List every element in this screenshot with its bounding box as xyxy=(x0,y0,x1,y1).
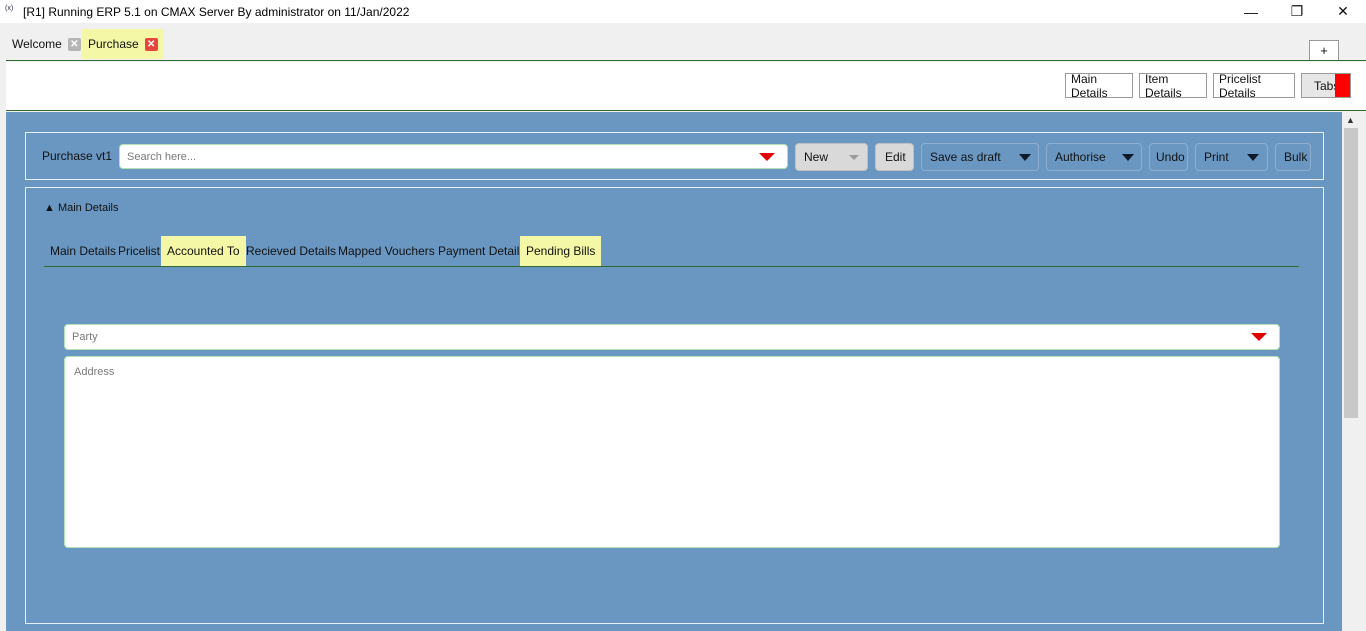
main-content: Purchase vt1 Search here... New Edit Sav… xyxy=(6,112,1342,631)
address-placeholder: Address xyxy=(74,366,115,378)
chevron-down-icon[interactable] xyxy=(1247,154,1259,161)
party-field[interactable]: Party xyxy=(64,324,1280,350)
party-placeholder: Party xyxy=(72,331,98,343)
close-window-button[interactable]: ✕ xyxy=(1320,0,1366,23)
new-dropdown[interactable]: New xyxy=(795,143,868,171)
voucher-type-label: Purchase vt1 xyxy=(42,149,113,163)
main-details-toggle[interactable]: ▲ Main Details xyxy=(44,202,118,214)
subtab-recieved-details[interactable]: Recieved Details xyxy=(240,236,342,266)
minimize-button[interactable]: — xyxy=(1228,0,1274,23)
chevron-down-icon[interactable] xyxy=(1122,154,1134,161)
window-title: [R1] Running ERP 5.1 on CMAX Server By a… xyxy=(23,4,410,19)
tab-welcome[interactable]: Welcome ✕ xyxy=(6,29,87,59)
chevron-down-icon xyxy=(849,155,859,160)
subtab-pending-bills[interactable]: Pending Bills xyxy=(520,236,602,266)
authorise-label: Authorise xyxy=(1055,150,1106,164)
tab-purchase[interactable]: Purchase ✕ xyxy=(82,29,164,59)
maximize-button[interactable]: ❐ xyxy=(1274,0,1320,23)
window-controls: — ❐ ✕ xyxy=(1228,0,1366,23)
scroll-thumb[interactable] xyxy=(1344,128,1358,418)
item-details-button[interactable]: Item Details xyxy=(1139,72,1207,100)
chevron-down-icon[interactable] xyxy=(1019,154,1031,161)
subtab-main-details[interactable]: Main Details xyxy=(44,236,122,266)
tab-strip: Welcome ✕ Purchase ✕ + xyxy=(0,23,1366,61)
dropdown-arrow-icon[interactable] xyxy=(759,153,775,161)
main-details-button[interactable]: Main Details xyxy=(1065,72,1133,100)
divider xyxy=(6,110,1366,111)
dropdown-arrow-icon[interactable] xyxy=(1251,333,1267,341)
subtab-accounted-to[interactable]: Accounted To xyxy=(161,236,246,266)
red-indicator xyxy=(1335,74,1350,97)
search-placeholder: Search here... xyxy=(127,150,197,163)
subtab-divider xyxy=(44,266,1299,267)
top-button-bar: Main Details Item Details Pricelist Deta… xyxy=(6,62,1366,110)
print-button[interactable]: Print xyxy=(1195,143,1268,171)
scroll-up-icon[interactable]: ▲ xyxy=(1346,115,1355,125)
tab-label: Purchase xyxy=(88,37,139,51)
bulk-button[interactable]: Bulk xyxy=(1275,143,1311,171)
print-label: Print xyxy=(1204,150,1229,164)
new-label: New xyxy=(804,150,829,164)
vertical-scrollbar[interactable]: ▲ xyxy=(1342,112,1360,631)
subtab-mapped-vouchers[interactable]: Mapped Vouchers xyxy=(332,236,441,266)
search-input[interactable]: Search here... xyxy=(119,144,788,169)
subtab-payment-details[interactable]: Payment Details xyxy=(432,236,531,266)
close-icon[interactable]: ✕ xyxy=(144,37,158,51)
main-details-panel: ▲ Main Details Main Details Pricelist Ac… xyxy=(25,187,1324,624)
pricelist-details-button[interactable]: Pricelist Details xyxy=(1213,72,1295,100)
subtab-pricelist[interactable]: Pricelist xyxy=(112,236,166,266)
tabs-button[interactable]: Tabs xyxy=(1301,73,1351,98)
divider xyxy=(6,60,1366,61)
undo-button[interactable]: Undo xyxy=(1149,143,1188,171)
title-bar: [R1] Running ERP 5.1 on CMAX Server By a… xyxy=(0,0,1366,23)
voucher-toolbar: Purchase vt1 Search here... New Edit Sav… xyxy=(25,132,1324,180)
edit-button[interactable]: Edit xyxy=(875,143,914,171)
save-as-draft-button[interactable]: Save as draft xyxy=(921,143,1039,171)
tab-label: Welcome xyxy=(12,37,62,51)
authorise-button[interactable]: Authorise xyxy=(1046,143,1142,171)
save-as-draft-label: Save as draft xyxy=(930,150,1001,164)
add-tab-button[interactable]: + xyxy=(1309,40,1339,61)
address-field[interactable]: Address xyxy=(64,356,1280,548)
close-icon[interactable]: ✕ xyxy=(67,37,81,51)
app-icon xyxy=(5,5,15,16)
